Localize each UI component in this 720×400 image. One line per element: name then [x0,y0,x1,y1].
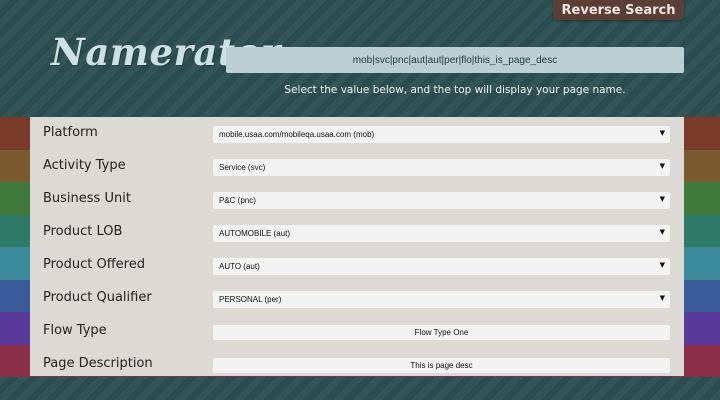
select-value: AUTO (aut) [219,262,260,271]
product-qualifier-select[interactable]: PERSONAL (per) ▼ [213,291,670,308]
caret-down-icon: ▼ [659,261,665,269]
product-lob-select[interactable]: AUTOMOBILE (aut) ▼ [213,225,670,242]
activity-type-select[interactable]: Service (svc) ▼ [213,159,670,176]
caret-down-icon: ▼ [659,129,665,137]
product-offered-label: Product Offered [43,257,145,272]
business-unit-row: Business Unit P&C (pnc) ▼ [30,184,684,217]
select-value: Service (svc) [219,163,266,172]
select-value: mobile.usaa.com/mobileqa.usaa.com (mob) [219,130,375,139]
select-value: PERSONAL (per) [219,295,282,304]
product-qualifier-row: Product Qualifier PERSONAL (per) ▼ [30,283,684,316]
select-value: P&C (pnc) [219,196,256,205]
business-unit-select[interactable]: P&C (pnc) ▼ [213,192,670,209]
caret-down-icon: ▼ [659,162,665,170]
activity-type-label: Activity Type [43,158,126,173]
product-qualifier-label: Product Qualifier [43,290,152,305]
product-lob-label: Product LOB [43,224,123,239]
platform-row: Platform mobile.usaa.com/mobileqa.usaa.c… [30,118,684,151]
page-description-label: Page Description [43,356,153,371]
reverse-search-button[interactable]: Reverse Search [553,0,684,20]
caret-down-icon: ▼ [659,228,665,236]
page-description-row: Page Description This is page desc [30,349,684,382]
caret-down-icon: ▼ [659,195,665,203]
product-offered-row: Product Offered AUTO (aut) ▼ [30,250,684,283]
page-description-input[interactable]: This is page desc [213,358,670,373]
product-offered-select[interactable]: AUTO (aut) ▼ [213,258,670,275]
page-name-output[interactable]: mob|svc|pnc|aut|aut|per|flo|this_is_page… [226,47,684,73]
business-unit-label: Business Unit [43,191,131,206]
flow-type-row: Flow Type Flow Type One [30,316,684,349]
caret-down-icon: ▼ [659,294,665,302]
flow-type-label: Flow Type [43,323,107,338]
form-panel: Platform mobile.usaa.com/mobileqa.usaa.c… [30,117,684,376]
product-lob-row: Product LOB AUTOMOBILE (aut) ▼ [30,217,684,250]
instruction-text: Select the value below, and the top will… [284,84,626,96]
flow-type-input[interactable]: Flow Type One [213,325,670,340]
platform-label: Platform [43,125,98,140]
platform-select[interactable]: mobile.usaa.com/mobileqa.usaa.com (mob) … [213,126,670,143]
select-value: AUTOMOBILE (aut) [219,229,290,238]
activity-type-row: Activity Type Service (svc) ▼ [30,151,684,184]
